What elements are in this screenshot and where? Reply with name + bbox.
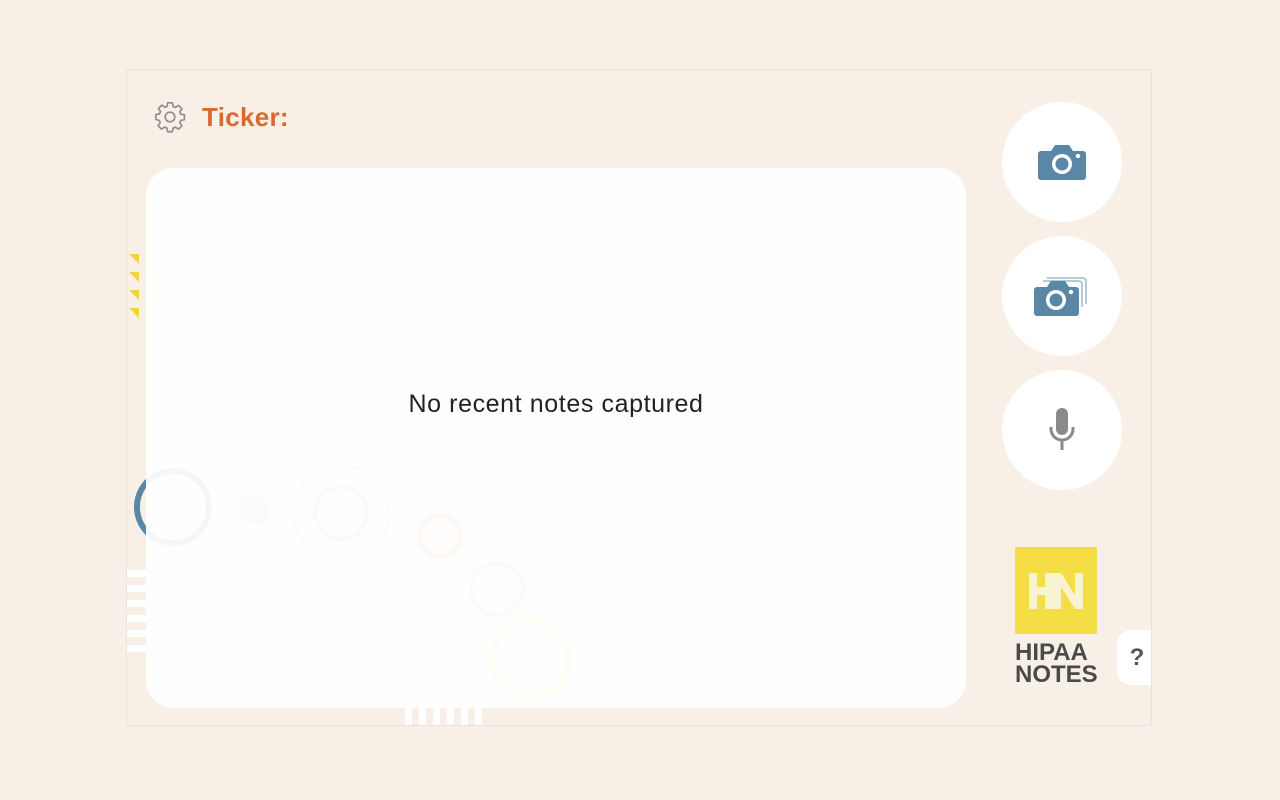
multi-camera-icon xyxy=(1034,277,1087,316)
logo-wordmark: HIPAA NOTES xyxy=(1015,641,1099,688)
ticker-title: Ticker: xyxy=(202,101,289,132)
ticker-header: Ticker: xyxy=(153,100,289,134)
logo-mark xyxy=(1015,547,1097,634)
camera-icon xyxy=(1038,145,1086,180)
voice-note-button[interactable] xyxy=(1002,370,1122,490)
gear-icon xyxy=(154,101,186,133)
app-frame: Ticker: No recent notes captured HIPAA N… xyxy=(126,69,1152,726)
hipaa-notes-logo: HIPAA NOTES xyxy=(1015,547,1099,688)
notes-panel: No recent notes captured xyxy=(146,168,966,708)
logo-line-2: NOTES xyxy=(1015,661,1098,688)
capture-photo-button[interactable] xyxy=(1002,102,1122,222)
settings-button[interactable] xyxy=(153,100,187,134)
hn-monogram xyxy=(1029,572,1083,609)
empty-notes-message: No recent notes captured xyxy=(408,390,704,418)
microphone-icon xyxy=(1049,408,1075,450)
help-button[interactable]: ? xyxy=(1117,630,1151,685)
capture-multiple-photos-button[interactable] xyxy=(1002,236,1122,356)
